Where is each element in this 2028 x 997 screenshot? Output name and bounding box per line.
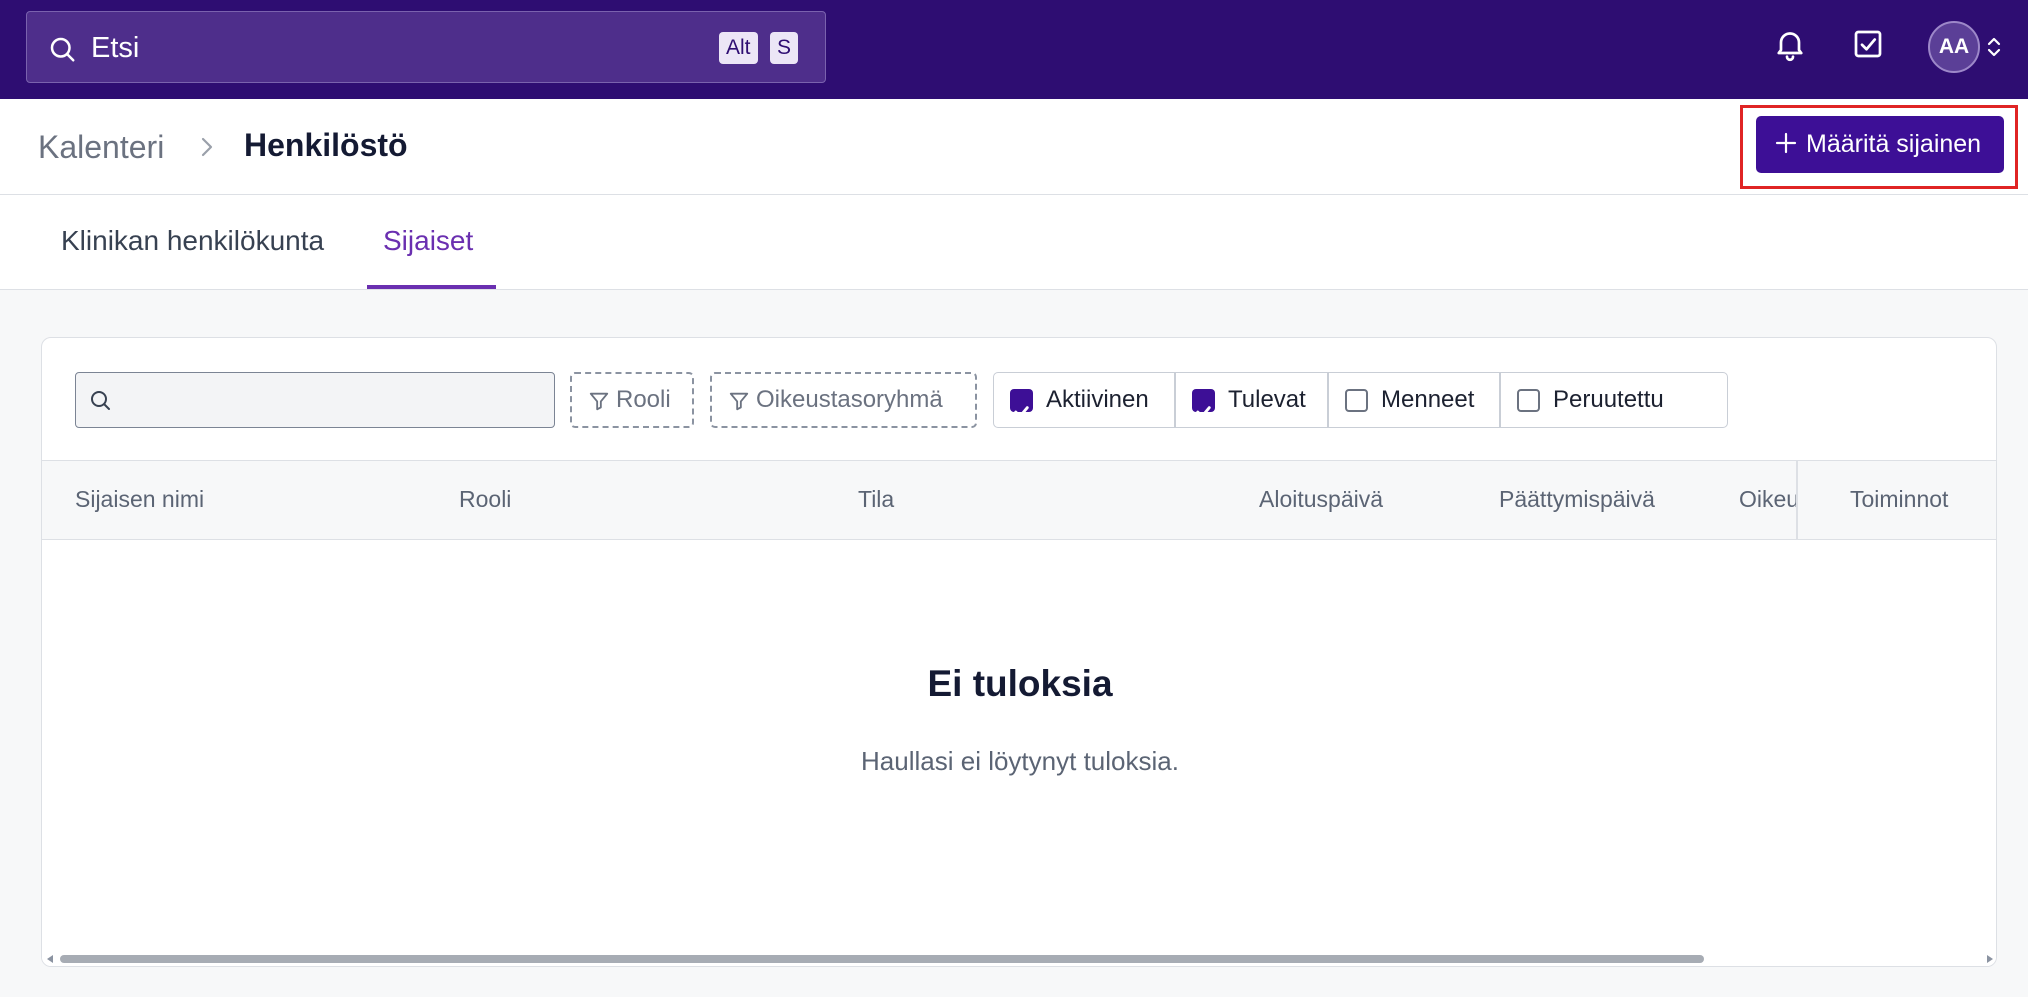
horizontal-scrollbar[interactable] [42,950,1996,966]
active-tab-indicator [367,285,496,289]
checkbox-checked-icon [1192,389,1215,418]
tab-substitutes[interactable]: Sijaiset [383,225,473,257]
column-header-permissions[interactable]: Oikeu [1739,486,1799,513]
permission-group-filter-label: Oikeustasoryhmä [756,386,943,413]
app-root: Etsi Alt S AA Kalenteri Henkilöstö Määri… [0,0,2028,997]
scroll-left-arrow-icon[interactable] [45,954,55,964]
checkbox-checked-icon [1010,389,1033,418]
permission-group-filter-button[interactable]: Oikeustasoryhmä [710,372,977,428]
global-search-placeholder: Etsi [91,32,140,64]
shortcut-key-s: S [770,32,799,64]
breadcrumb-parent[interactable]: Kalenteri [38,129,164,166]
empty-state-subtitle: Haullasi ei löytynyt tuloksia. [861,746,1179,776]
chevron-updown-icon[interactable] [1984,33,2004,61]
status-upcoming-label: Tulevat [1228,386,1306,413]
role-filter-button[interactable]: Rooli [570,372,694,428]
scrollbar-thumb[interactable] [60,955,1704,963]
global-search[interactable]: Etsi Alt S [26,11,826,83]
search-icon [91,391,110,410]
chevron-right-icon [201,137,213,157]
status-filter-group: Aktiivinen Tulevat Menneet Peruutettu [993,372,1728,428]
column-header-start-date[interactable]: Aloituspäivä [1259,486,1383,513]
checkbox-unchecked-icon [1517,389,1540,412]
page-header: Kalenteri Henkilöstö Määritä sijainen [0,99,2028,195]
role-filter-label: Rooli [616,386,671,413]
status-active-label: Aktiivinen [1046,386,1149,413]
status-cancelled-checkbox[interactable]: Peruutettu [1501,373,1727,427]
actions-column-header: Toiminnot [1796,461,1996,539]
top-bar: Etsi Alt S AA [0,0,2028,99]
search-icon [50,37,75,62]
table-header: Sijaisen nimi Rooli Tila Aloituspäivä Pä… [42,460,1996,540]
table-search-input[interactable] [120,381,540,419]
status-past-checkbox[interactable]: Menneet [1329,373,1499,427]
filter-icon [589,392,609,411]
bell-icon[interactable] [1772,24,1808,64]
checkbox-unchecked-icon [1345,389,1368,412]
column-header-end-date[interactable]: Päättymispäivä [1499,486,1655,513]
plus-icon [1775,133,1797,154]
empty-state-title: Ei tuloksia [927,663,1113,704]
filter-icon [729,392,749,411]
status-active-checkbox[interactable]: Aktiivinen [994,373,1174,427]
task-check-icon[interactable] [1850,24,1886,64]
user-avatar[interactable]: AA [1928,21,1980,73]
tab-clinic-staff[interactable]: Klinikan henkilökunta [61,225,324,257]
column-header-role[interactable]: Rooli [459,486,511,513]
scroll-right-arrow-icon[interactable] [1985,954,1995,964]
column-header-actions: Toiminnot [1850,486,1949,512]
page-title: Henkilöstö [244,127,408,163]
shortcut-key-alt: Alt [719,32,758,64]
column-header-status[interactable]: Tila [858,486,894,513]
status-cancelled-label: Peruutettu [1553,386,1664,413]
substitutes-card: Rooli Oikeustasoryhmä Aktiivinen Tulevat [41,337,1997,967]
status-past-label: Menneet [1381,386,1475,413]
status-upcoming-checkbox[interactable]: Tulevat [1176,373,1326,427]
table-search[interactable] [75,372,555,428]
assign-substitute-button[interactable]: Määritä sijainen [1756,116,2004,173]
column-header-name[interactable]: Sijaisen nimi [75,486,204,513]
tab-bar: Klinikan henkilökunta Sijaiset [0,195,2028,290]
assign-substitute-label: Määritä sijainen [1806,130,1982,158]
